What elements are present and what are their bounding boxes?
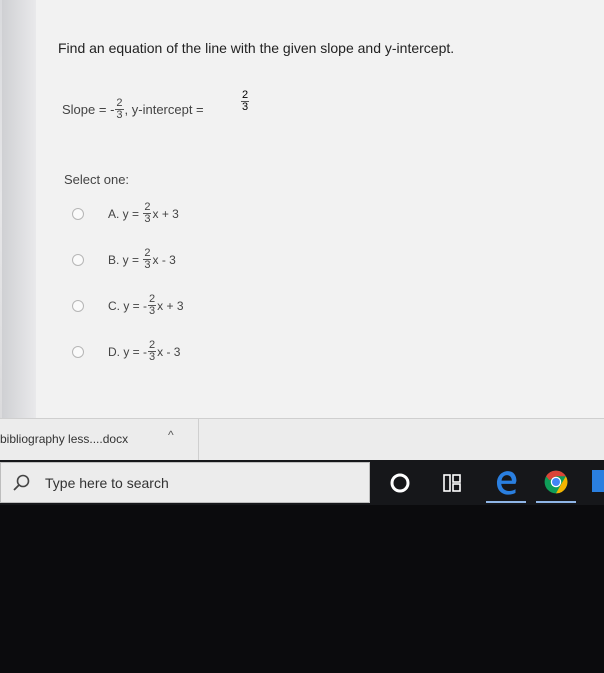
search-placeholder[interactable]: Type here to search bbox=[45, 475, 169, 491]
quiz-page: Find an equation of the line with the gi… bbox=[2, 0, 604, 418]
taskbar-app-edge-icon[interactable] bbox=[592, 470, 604, 492]
search-icon bbox=[13, 474, 30, 491]
task-view-icon[interactable] bbox=[432, 463, 472, 503]
left-sidebar-strip bbox=[2, 0, 36, 418]
option-d-text: D. y = - 2 3 x - 3 bbox=[108, 339, 181, 363]
slope-denominator: 3 bbox=[116, 109, 123, 121]
taskbar-search-box[interactable]: Type here to search bbox=[0, 462, 370, 503]
option-d-fraction: 2 3 bbox=[148, 339, 157, 363]
select-one-label: Select one: bbox=[64, 172, 130, 187]
chrome-browser-icon[interactable] bbox=[536, 463, 576, 503]
slope-label: Slope = - bbox=[62, 102, 115, 117]
option-d-radio[interactable] bbox=[72, 345, 84, 358]
taskbar: Type here to search bbox=[0, 460, 604, 505]
download-filename[interactable]: bibliography less....docx bbox=[0, 432, 128, 446]
slope-fraction: 2 3 bbox=[115, 98, 124, 121]
option-d[interactable]: D. y = - 2 3 x - 3 bbox=[72, 340, 180, 363]
option-b[interactable]: B. y = 2 3 x - 3 bbox=[72, 248, 176, 271]
edge-browser-icon[interactable] bbox=[486, 463, 526, 503]
option-c-text: C. y = - 2 3 x + 3 bbox=[108, 293, 184, 317]
option-b-radio[interactable] bbox=[72, 253, 84, 266]
option-b-text: B. y = 2 3 x - 3 bbox=[108, 247, 176, 271]
option-b-fraction: 2 3 bbox=[143, 247, 152, 271]
download-item[interactable]: bibliography less....docx ^ bbox=[0, 419, 199, 461]
option-c-radio[interactable] bbox=[72, 299, 84, 312]
given-values: Slope = - 2 3 , y-intercept = bbox=[62, 98, 204, 121]
download-bar: bibliography less....docx ^ bbox=[0, 418, 604, 461]
screen: Find an equation of the line with the gi… bbox=[0, 0, 604, 505]
option-a-text: A. y = 2 3 x + 3 bbox=[108, 201, 179, 225]
y-intercept-fraction: 2 3 bbox=[241, 90, 250, 113]
cortana-icon[interactable] bbox=[380, 463, 420, 503]
option-a[interactable]: A. y = 2 3 x + 3 bbox=[72, 202, 179, 225]
option-a-radio[interactable] bbox=[72, 207, 84, 220]
option-c-fraction: 2 3 bbox=[148, 293, 157, 317]
option-c[interactable]: C. y = - 2 3 x + 3 bbox=[72, 294, 184, 317]
chevron-up-icon[interactable]: ^ bbox=[168, 428, 174, 442]
question-title: Find an equation of the line with the gi… bbox=[58, 40, 455, 56]
option-a-fraction: 2 3 bbox=[143, 201, 152, 225]
y-intercept-denominator: 3 bbox=[242, 101, 249, 113]
y-intercept-label: , y-intercept = bbox=[124, 102, 204, 117]
